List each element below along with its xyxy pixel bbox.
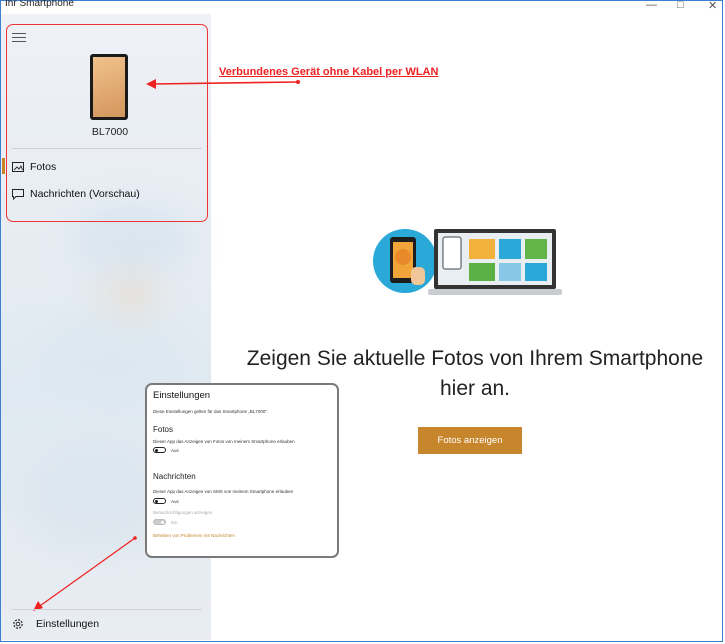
notifications-toggle[interactable] xyxy=(153,519,166,525)
annotation-arrows xyxy=(33,79,300,611)
settings-card-title: Einstellungen xyxy=(153,390,211,401)
notifications-toggle-label: Ein xyxy=(171,520,178,525)
photos-toggle[interactable] xyxy=(153,447,166,453)
phone-to-pc-illustration xyxy=(373,229,562,295)
show-photos-button[interactable]: Fotos anzeigen xyxy=(418,427,522,454)
notifications-label: Benachrichtigungen anzeigen xyxy=(153,510,213,515)
troubleshoot-link[interactable]: Beheben von Problemen mit Nachrichten xyxy=(153,533,235,538)
sidebar-item-einstellungen[interactable]: Einstellungen xyxy=(12,616,99,632)
gear-icon xyxy=(12,618,36,630)
heading-line-1: Zeigen Sie aktuelle Fotos von Ihrem Smar… xyxy=(246,347,704,370)
messages-desc: Dieser App das Anzeigen von SMS von mein… xyxy=(153,489,294,494)
photos-desc: Dieser App das Anzeigen von Fotos von me… xyxy=(153,439,295,444)
settings-label: Einstellungen xyxy=(36,618,100,630)
messages-heading: Nachrichten xyxy=(153,472,196,481)
messages-toggle[interactable] xyxy=(153,498,166,504)
messages-toggle-label: Aus xyxy=(171,499,179,504)
sidebar-bottom-divider xyxy=(12,609,202,610)
settings-preview-card: Einstellungen Diese Einstellungen gelten… xyxy=(145,383,339,558)
photos-heading: Fotos xyxy=(153,425,174,434)
settings-card-subtitle: Diese Einstellungen gelten für das Smart… xyxy=(153,409,269,414)
photos-toggle-label: Aus xyxy=(171,448,179,453)
